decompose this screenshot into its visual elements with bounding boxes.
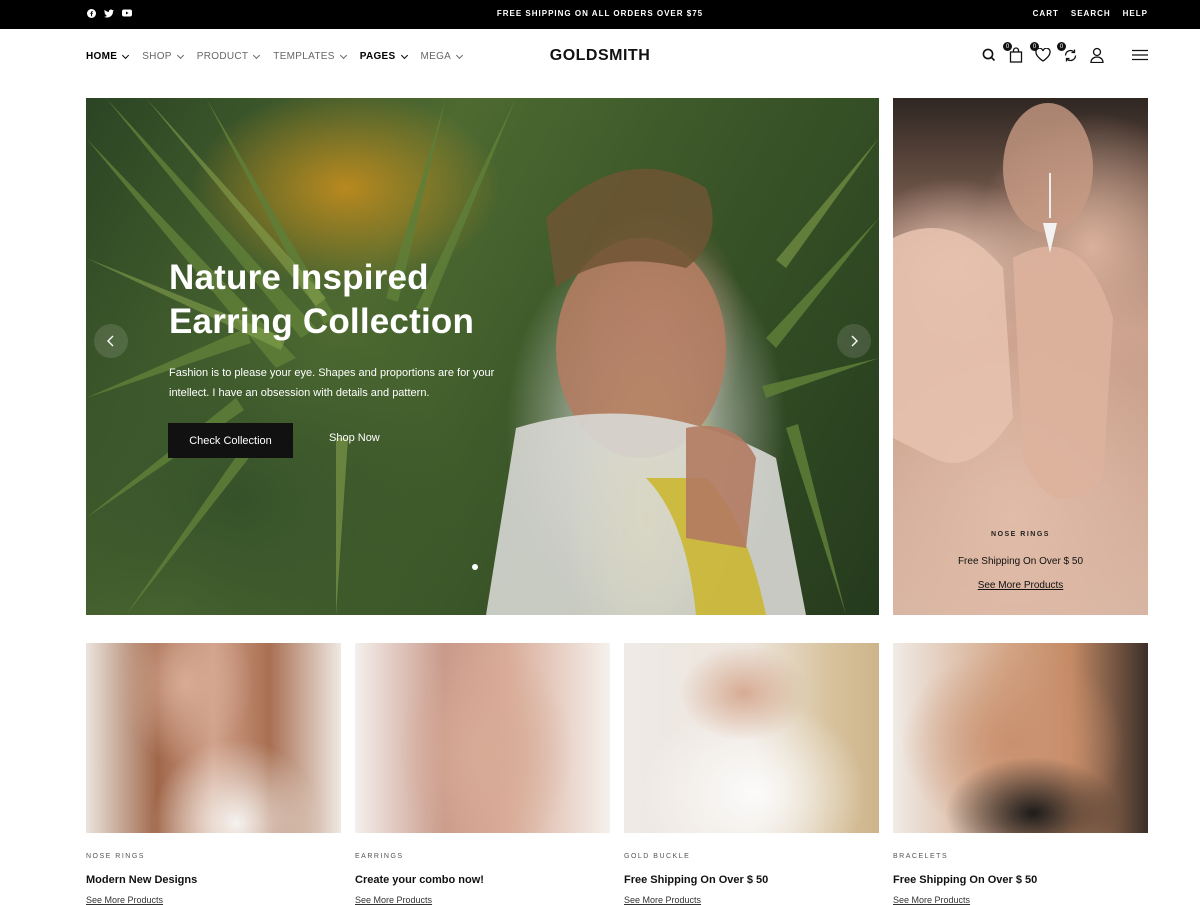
hero-title-line-2: Earring Collection <box>169 302 475 341</box>
cart-link[interactable]: CART <box>1033 9 1059 18</box>
chevron-left-icon <box>107 335 114 347</box>
menu-icon[interactable] <box>1132 46 1148 64</box>
foliage-background-image <box>86 98 879 615</box>
card-category: EARRINGS <box>355 853 404 860</box>
side-banner-title: Free Shipping On Over $ 50 <box>957 556 1084 567</box>
card-title[interactable]: Create your combo now! <box>355 874 484 886</box>
card-category: BRACELETS <box>893 853 949 860</box>
heart-icon[interactable]: 0 <box>1030 42 1051 64</box>
card-link[interactable]: See More Products <box>86 895 163 905</box>
side-banner[interactable]: NOSE RINGS Free Shipping On Over $ 50 Se… <box>893 98 1148 615</box>
search-link[interactable]: SEARCH <box>1071 9 1111 18</box>
cart-count-badge: 0 <box>1003 42 1012 51</box>
card-category: GOLD BUCKLE <box>624 853 691 860</box>
hero-title-line-1: Nature Inspired <box>169 258 429 297</box>
card-title[interactable]: Free Shipping On Over $ 50 <box>624 874 768 886</box>
promo-text: FREE SHIPPING ON ALL ORDERS OVER $75 <box>496 9 704 18</box>
card-link[interactable]: See More Products <box>624 895 701 905</box>
slider-prev-button[interactable] <box>94 324 128 358</box>
hero-description: Fashion is to please your eye. Shapes an… <box>169 367 495 399</box>
bracelet-model-image[interactable] <box>893 643 1148 833</box>
hero-title: Nature Inspired Earring Collection <box>169 256 509 344</box>
slider-next-button[interactable] <box>837 324 871 358</box>
card-category: NOSE RINGS <box>86 853 145 860</box>
product-card: GOLD BUCKLE Free Shipping On Over $ 50 S… <box>624 643 879 905</box>
shop-now-button[interactable]: Shop Now <box>329 432 380 444</box>
check-collection-button[interactable]: Check Collection <box>168 423 293 458</box>
chevron-right-icon <box>851 335 858 347</box>
card-title[interactable]: Free Shipping On Over $ 50 <box>893 874 1037 886</box>
slider-dot[interactable] <box>472 564 478 570</box>
wishlist-count-badge: 0 <box>1030 42 1039 51</box>
product-card: NOSE RINGS Modern New Designs See More P… <box>86 643 341 905</box>
side-banner-tag: NOSE RINGS <box>991 531 1050 538</box>
header-icons: 0 0 0 <box>981 42 1148 64</box>
bag-icon[interactable]: 0 <box>1003 42 1024 64</box>
necklace-model-image[interactable] <box>86 643 341 833</box>
main-header: HOME SHOP PRODUCT TEMPLATES PAGES MEGA G… <box>0 29 1200 85</box>
card-title[interactable]: Modern New Designs <box>86 874 197 886</box>
card-link[interactable]: See More Products <box>893 895 970 905</box>
pendant-model-image[interactable] <box>624 643 879 833</box>
utility-links: CART SEARCH HELP <box>1033 9 1148 18</box>
product-card: EARRINGS Create your combo now! See More… <box>355 643 610 905</box>
compare-icon[interactable]: 0 <box>1057 42 1078 64</box>
top-bar: FREE SHIPPING ON ALL ORDERS OVER $75 CAR… <box>0 0 1200 29</box>
side-banner-link[interactable]: See More Products <box>893 580 1148 591</box>
rings-model-image[interactable] <box>355 643 610 833</box>
user-icon[interactable] <box>1089 46 1105 64</box>
compare-count-badge: 0 <box>1057 42 1066 51</box>
search-icon[interactable] <box>981 46 997 64</box>
hero-slider: Nature Inspired Earring Collection Fashi… <box>86 98 879 615</box>
help-link[interactable]: HELP <box>1123 9 1148 18</box>
card-link[interactable]: See More Products <box>355 895 432 905</box>
product-card: BRACELETS Free Shipping On Over $ 50 See… <box>893 643 1148 905</box>
